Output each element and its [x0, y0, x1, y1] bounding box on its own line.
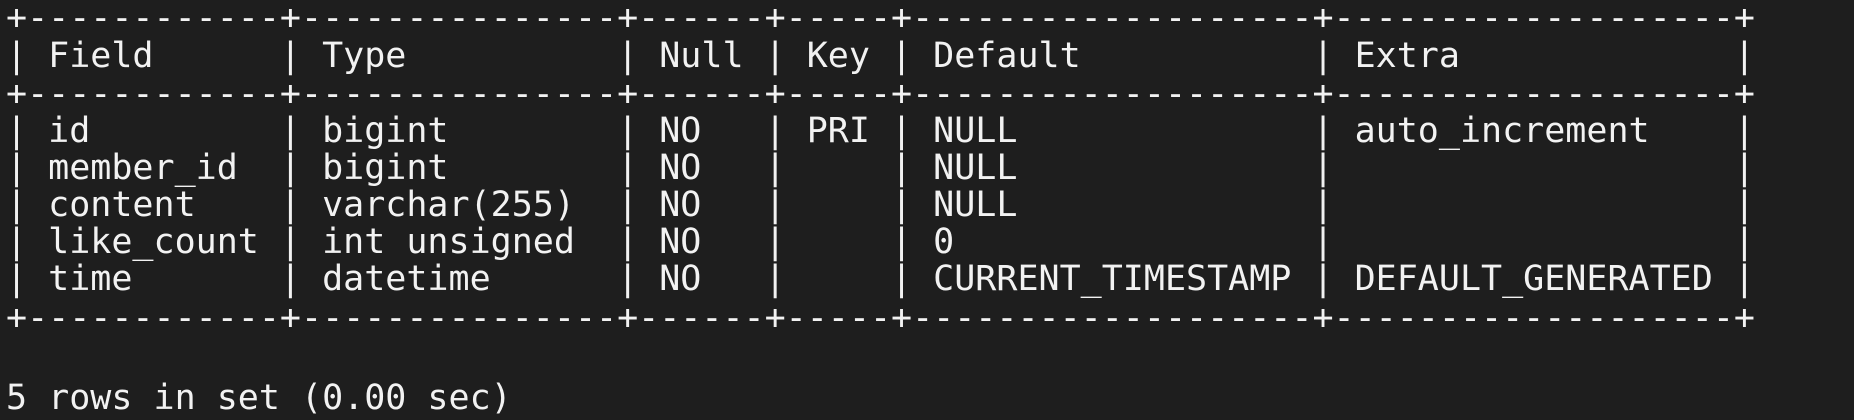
table-row-time: | time | datetime | NO | | CURRENT_TIMES… [6, 259, 1755, 299]
result-summary: 5 rows in set (0.00 sec) [6, 378, 512, 418]
terminal-output: +------------+---------------+------+---… [0, 0, 1854, 418]
table-border-bottom: +------------+---------------+------+---… [6, 298, 1755, 338]
